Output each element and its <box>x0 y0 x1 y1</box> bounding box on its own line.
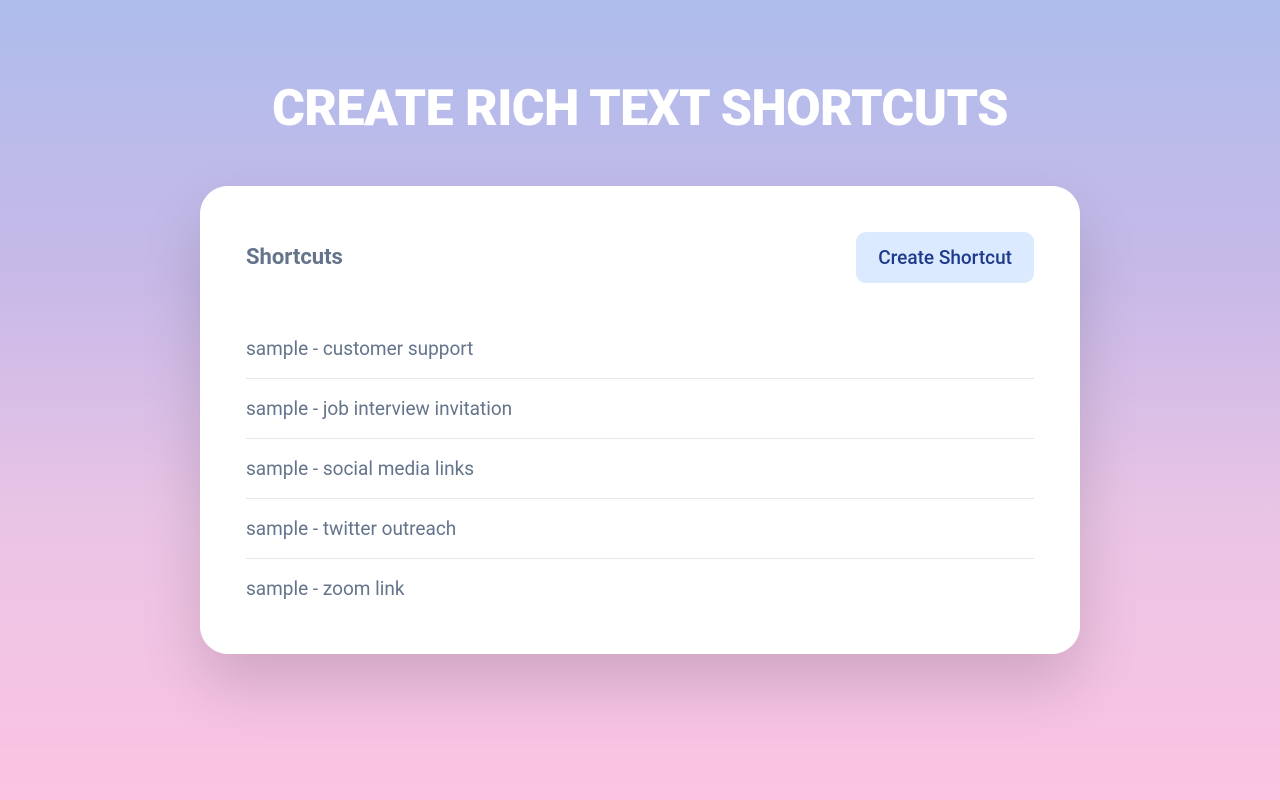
shortcut-item-label: sample - job interview invitation <box>246 397 512 420</box>
shortcut-item-label: sample - zoom link <box>246 577 405 600</box>
shortcut-item[interactable]: sample - job interview invitation <box>246 379 1034 439</box>
shortcut-item[interactable]: sample - twitter outreach <box>246 499 1034 559</box>
shortcut-item[interactable]: sample - customer support <box>246 319 1034 379</box>
shortcut-item[interactable]: sample - zoom link <box>246 559 1034 618</box>
shortcut-item-label: sample - social media links <box>246 457 474 480</box>
shortcut-list: sample - customer support sample - job i… <box>246 319 1034 618</box>
card-heading: Shortcuts <box>246 245 343 270</box>
shortcut-item-label: sample - twitter outreach <box>246 517 456 540</box>
card-header: Shortcuts Create Shortcut <box>246 232 1034 283</box>
shortcut-item[interactable]: sample - social media links <box>246 439 1034 499</box>
shortcuts-card: Shortcuts Create Shortcut sample - custo… <box>200 186 1080 654</box>
shortcut-item-label: sample - customer support <box>246 337 473 360</box>
create-shortcut-button[interactable]: Create Shortcut <box>856 232 1034 283</box>
page-title: Create Rich Text Shortcuts <box>0 0 1280 138</box>
